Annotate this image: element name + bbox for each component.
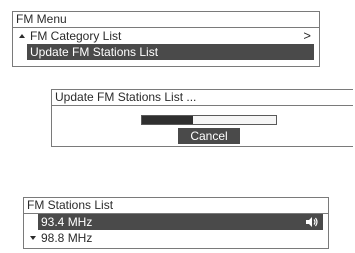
menu-item-label: Update FM Stations List xyxy=(30,45,159,59)
station-frequency-label: 93.4 MHz xyxy=(41,215,93,229)
station-item-93-4[interactable]: 93.4 MHz xyxy=(38,214,323,230)
speaker-icon xyxy=(306,217,318,227)
update-progress-dialog: Update FM Stations List ... Cancel xyxy=(51,89,353,147)
station-item-98-8[interactable]: 98.8 MHz xyxy=(24,230,328,246)
cancel-button[interactable]: Cancel xyxy=(178,128,240,144)
menu-item-update-fm-stations-list[interactable]: Update FM Stations List xyxy=(27,44,314,60)
update-dialog-title: Update FM Stations List ... xyxy=(52,90,353,106)
fm-menu-title: FM Menu xyxy=(13,12,319,28)
arrow-down-icon[interactable] xyxy=(30,236,36,240)
station-frequency-label: 98.8 MHz xyxy=(41,231,93,245)
update-progress-bar xyxy=(141,115,277,125)
arrow-up-icon[interactable] xyxy=(19,34,25,38)
fm-stations-list-title: FM Stations List xyxy=(24,198,328,214)
fm-menu-panel: FM Menu FM Category List > Update FM Sta… xyxy=(12,11,320,67)
update-progress-fill xyxy=(142,116,193,124)
menu-item-fm-category-list[interactable]: FM Category List > xyxy=(13,28,319,44)
menu-item-label: FM Category List xyxy=(30,29,122,43)
chevron-right-icon: > xyxy=(303,28,311,43)
fm-stations-list-panel: FM Stations List 93.4 MHz 98.8 MHz xyxy=(23,197,329,249)
